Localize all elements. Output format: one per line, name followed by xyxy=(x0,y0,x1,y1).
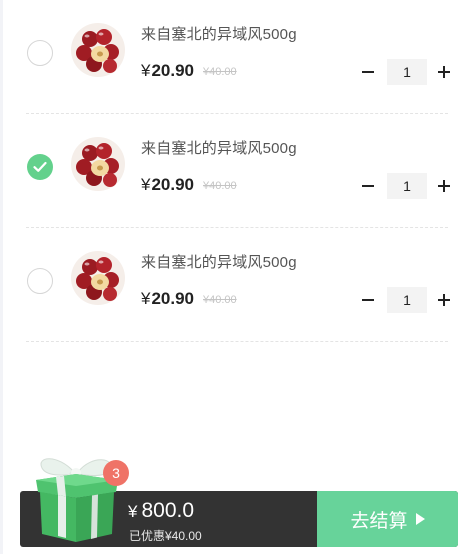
total-currency: ¥ xyxy=(128,502,138,521)
cart-list: 来自塞北的异域风500g ¥20.90 ¥40.00 1 来自塞北的异域风500… xyxy=(0,0,474,342)
plus-icon xyxy=(438,66,450,78)
price-value: 20.90 xyxy=(151,61,195,80)
product-thumbnail[interactable] xyxy=(70,136,126,192)
original-price: ¥40.00 xyxy=(203,66,237,78)
price-currency: ¥ xyxy=(141,289,151,308)
minus-icon xyxy=(362,299,374,301)
price-currency: ¥ xyxy=(141,61,151,80)
original-price: ¥40.00 xyxy=(203,180,237,192)
item-divider xyxy=(26,341,448,342)
increase-button[interactable] xyxy=(431,172,457,200)
increase-button[interactable] xyxy=(431,286,457,314)
cart-item: 来自塞北的异域风500g ¥20.90 ¥40.00 1 xyxy=(0,228,474,342)
minus-icon xyxy=(362,185,374,187)
plus-icon xyxy=(438,294,450,306)
cart-count-badge: 3 xyxy=(103,460,129,486)
triangle-right-icon xyxy=(415,513,425,525)
select-radio[interactable] xyxy=(27,154,53,180)
product-thumbnail[interactable] xyxy=(70,250,126,306)
product-title[interactable]: 来自塞北的异域风500g xyxy=(141,23,297,44)
quantity-value[interactable]: 1 xyxy=(387,59,427,85)
quantity-stepper: 1 xyxy=(355,172,455,200)
decrease-button[interactable] xyxy=(355,58,381,86)
increase-button[interactable] xyxy=(431,58,457,86)
total-value: 800.0 xyxy=(141,499,195,522)
price-value: 20.90 xyxy=(151,175,195,194)
quantity-stepper: 1 xyxy=(355,286,455,314)
product-title[interactable]: 来自塞北的异域风500g xyxy=(141,137,297,158)
cart-item: 来自塞北的异域风500g ¥20.90 ¥40.00 1 xyxy=(0,114,474,228)
check-icon xyxy=(33,161,47,172)
checkout-button[interactable]: 去结算 xyxy=(317,491,458,547)
product-price: ¥20.90 xyxy=(141,175,194,195)
quantity-stepper: 1 xyxy=(355,58,455,86)
price-currency: ¥ xyxy=(141,175,151,194)
product-thumbnail[interactable] xyxy=(70,22,126,78)
price-value: 20.90 xyxy=(151,289,195,308)
decrease-button[interactable] xyxy=(355,286,381,314)
select-radio[interactable] xyxy=(27,268,53,294)
product-price: ¥20.90 xyxy=(141,61,194,81)
total-price: ¥800.0 xyxy=(128,499,194,523)
decrease-button[interactable] xyxy=(355,172,381,200)
plus-icon xyxy=(438,180,450,192)
minus-icon xyxy=(362,71,374,73)
checkout-label: 去结算 xyxy=(350,510,408,532)
quantity-value[interactable]: 1 xyxy=(387,287,427,313)
quantity-value[interactable]: 1 xyxy=(387,173,427,199)
product-price: ¥20.90 xyxy=(141,289,194,309)
discount-text: 已优惠¥40.00 xyxy=(129,529,202,543)
original-price: ¥40.00 xyxy=(203,294,237,306)
cart-item: 来自塞北的异域风500g ¥20.90 ¥40.00 1 xyxy=(0,0,474,114)
select-radio[interactable] xyxy=(27,40,53,66)
product-title[interactable]: 来自塞北的异域风500g xyxy=(141,251,297,272)
